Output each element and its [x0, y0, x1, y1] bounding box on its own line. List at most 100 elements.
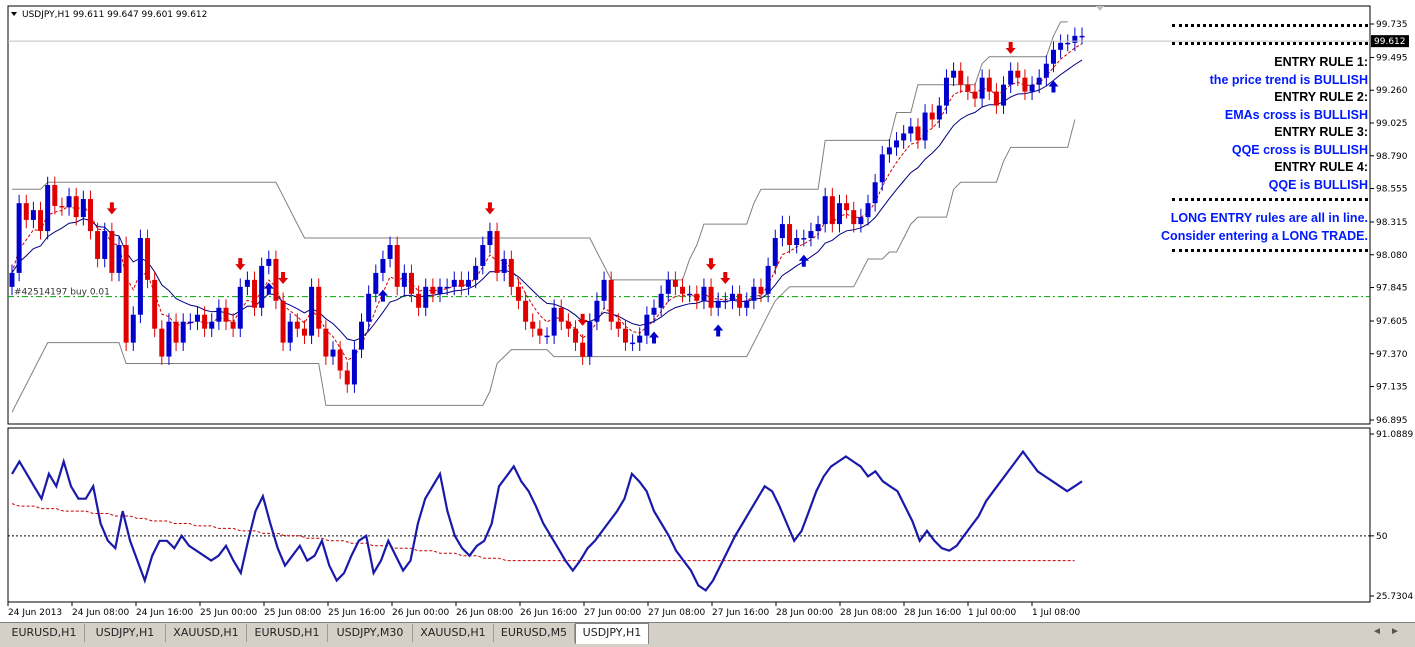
- rule-lines: ENTRY RULE 1: the price trend is BULLISH E…: [1140, 54, 1368, 194]
- chart-window[interactable]: USDJPY,H1 99.611 99.647 99.601 99.612 99.…: [0, 0, 1415, 622]
- candle: [565, 321, 571, 329]
- candle: [159, 328, 165, 357]
- candle: [73, 196, 79, 218]
- candle: [622, 328, 628, 343]
- chart-tab[interactable]: USDJPY,H1: [85, 624, 166, 642]
- chart-tabs-bar: EURUSD,H1 USDJPY,H1 XAUUSD,H1 EURUSD,H1 USDJ…: [0, 622, 1415, 647]
- sell-arrow-icon: [1005, 41, 1016, 54]
- indicator-tick-label: 25.7304: [1376, 592, 1413, 602]
- summary-line-1: LONG ENTRY rules are all in line.: [1170, 211, 1368, 225]
- candle: [9, 272, 15, 287]
- candle: [680, 286, 686, 294]
- tab-scroll-left-icon[interactable]: ◄: [1372, 626, 1382, 637]
- shift-marker-icon[interactable]: [1096, 6, 1104, 11]
- candle: [373, 272, 379, 294]
- candle: [366, 293, 372, 322]
- candle: [166, 321, 172, 357]
- chart-tab[interactable]: USDJPY,M30: [328, 624, 413, 642]
- candle: [45, 185, 51, 232]
- candle: [466, 279, 472, 287]
- candle: [530, 321, 536, 329]
- rule-status-line: QQE is BULLISH: [1268, 177, 1368, 192]
- candle: [109, 231, 115, 273]
- candle: [237, 286, 243, 329]
- divider-dots: [1172, 42, 1368, 48]
- candle: [822, 196, 828, 225]
- candle: [936, 105, 942, 120]
- candle: [1079, 35, 1085, 38]
- y-tick-label: 98.790: [1376, 152, 1408, 162]
- candle: [316, 286, 322, 329]
- qqe-slow-line: [11, 503, 1075, 562]
- candle: [216, 307, 222, 322]
- indicator-tick-label: 50: [1376, 532, 1388, 542]
- rule-heading: ENTRY RULE 1:: [1274, 55, 1368, 69]
- candle: [152, 279, 158, 329]
- y-tick-label: 97.135: [1376, 383, 1408, 393]
- candle: [587, 321, 593, 357]
- y-tick-label: 98.555: [1376, 185, 1408, 195]
- indicator-tick-label: 91.0889: [1376, 430, 1413, 440]
- candle: [715, 300, 721, 308]
- candle: [137, 238, 143, 315]
- candle: [615, 321, 621, 329]
- candle: [658, 293, 664, 308]
- candle: [965, 84, 971, 92]
- candle: [209, 321, 215, 329]
- rule-heading: ENTRY RULE 3:: [1274, 125, 1368, 139]
- x-tick-label: 25 Jun 08:00: [264, 608, 321, 618]
- buy-arrow-icon: [798, 254, 809, 267]
- candle: [301, 328, 307, 336]
- candle: [815, 224, 821, 232]
- candle: [708, 286, 714, 308]
- candle: [580, 342, 586, 357]
- chart-tab[interactable]: XAUUSD,H1: [413, 624, 494, 642]
- candle: [444, 286, 450, 289]
- dropdown-triangle-icon[interactable]: [11, 12, 17, 16]
- x-tick-label: 24 Jun 08:00: [72, 608, 129, 618]
- chart-tab[interactable]: EURUSD,M5: [494, 624, 575, 642]
- rule-heading: ENTRY RULE 2:: [1274, 90, 1368, 104]
- chart-tab[interactable]: XAUUSD,H1: [166, 624, 247, 642]
- candle: [1008, 70, 1014, 85]
- candle: [437, 286, 443, 294]
- candle: [359, 321, 365, 350]
- candle: [544, 335, 550, 338]
- candle: [130, 314, 136, 343]
- candle: [694, 293, 700, 301]
- candle: [38, 210, 44, 232]
- x-tick-label: 24 Jun 2013: [8, 608, 62, 618]
- candle: [1015, 70, 1021, 78]
- candle: [829, 196, 835, 225]
- candle: [787, 224, 793, 246]
- candle: [423, 286, 429, 308]
- candle: [451, 279, 457, 287]
- chart-tab[interactable]: USDJPY,H1: [575, 623, 649, 644]
- candle: [594, 300, 600, 322]
- candle: [765, 265, 771, 294]
- chart-tab[interactable]: EURUSD,H1: [247, 624, 328, 642]
- candle: [651, 307, 657, 315]
- candle: [480, 245, 486, 266]
- candle: [972, 91, 978, 99]
- sell-arrow-icon: [484, 202, 495, 215]
- y-tick-label: 97.605: [1376, 317, 1408, 327]
- candle: [779, 224, 785, 239]
- candle: [252, 279, 258, 308]
- chart-tab[interactable]: EURUSD,H1: [4, 624, 85, 642]
- tab-scroll-right-icon[interactable]: ►: [1390, 626, 1400, 637]
- candle: [758, 286, 764, 294]
- sell-arrow-icon: [706, 258, 717, 271]
- candle: [573, 328, 579, 343]
- candle: [202, 314, 208, 329]
- candle: [644, 314, 650, 336]
- candle: [844, 203, 850, 211]
- y-tick-label: 99.735: [1376, 20, 1408, 30]
- candle: [801, 238, 807, 240]
- candle: [1001, 84, 1007, 106]
- x-tick-label: 26 Jun 16:00: [520, 608, 577, 618]
- candle: [1029, 84, 1035, 92]
- candle: [145, 238, 151, 280]
- candle: [537, 328, 543, 336]
- candle: [23, 203, 29, 220]
